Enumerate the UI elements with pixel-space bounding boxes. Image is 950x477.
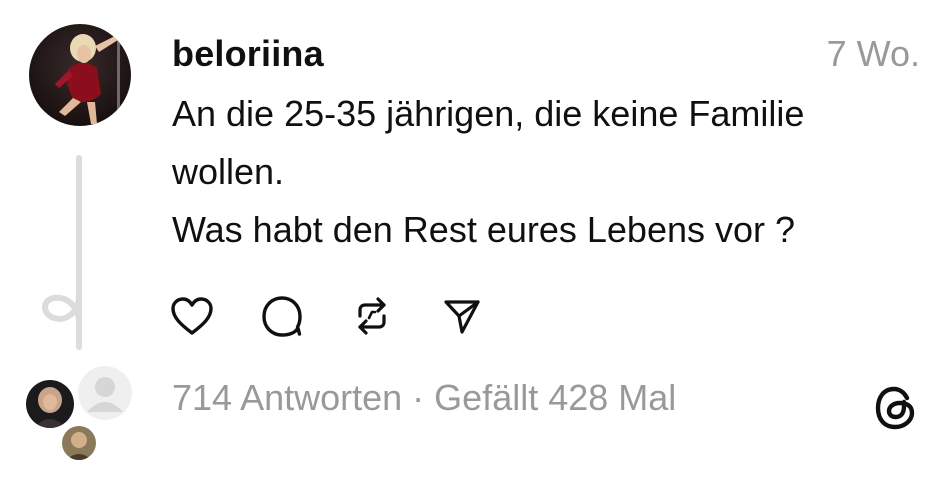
like-button[interactable] bbox=[168, 292, 216, 340]
author-avatar[interactable] bbox=[29, 24, 131, 126]
post-text-line: An die 25-35 jährigen, die keine Familie bbox=[172, 93, 805, 134]
post-text-line: Was habt den Rest eures Lebens vor ? bbox=[172, 209, 796, 250]
replier-avatar-image bbox=[26, 380, 74, 428]
replier-avatar bbox=[62, 426, 96, 460]
repost-icon bbox=[358, 297, 386, 335]
post-stats: 714 Antworten · Gefällt 428 Mal bbox=[172, 374, 676, 422]
replier-avatar bbox=[26, 380, 74, 428]
replies-count-link[interactable]: 714 Antworten bbox=[172, 377, 402, 418]
replier-avatar-image bbox=[62, 426, 96, 460]
stats-separator: · bbox=[402, 377, 435, 418]
replier-avatar-placeholder bbox=[78, 366, 132, 420]
heart-icon bbox=[171, 297, 213, 335]
thread-loop-icon bbox=[42, 282, 82, 334]
post-text: An die 25-35 jährigen, die keine Familie… bbox=[172, 85, 932, 259]
post-timestamp: 7 Wo. bbox=[826, 33, 920, 74]
author-avatar-image bbox=[29, 24, 131, 126]
default-user-icon bbox=[78, 366, 132, 420]
author-username[interactable]: beloriina bbox=[172, 30, 324, 78]
comment-bubble-icon bbox=[262, 296, 302, 337]
post-text-line: wollen. bbox=[172, 151, 285, 192]
send-icon bbox=[444, 300, 480, 334]
comment-button[interactable] bbox=[258, 292, 306, 340]
threads-logo-icon[interactable] bbox=[872, 384, 920, 432]
share-button[interactable] bbox=[438, 292, 486, 340]
repost-button[interactable] bbox=[348, 292, 396, 340]
likes-count-link[interactable]: Gefällt 428 Mal bbox=[434, 377, 676, 418]
